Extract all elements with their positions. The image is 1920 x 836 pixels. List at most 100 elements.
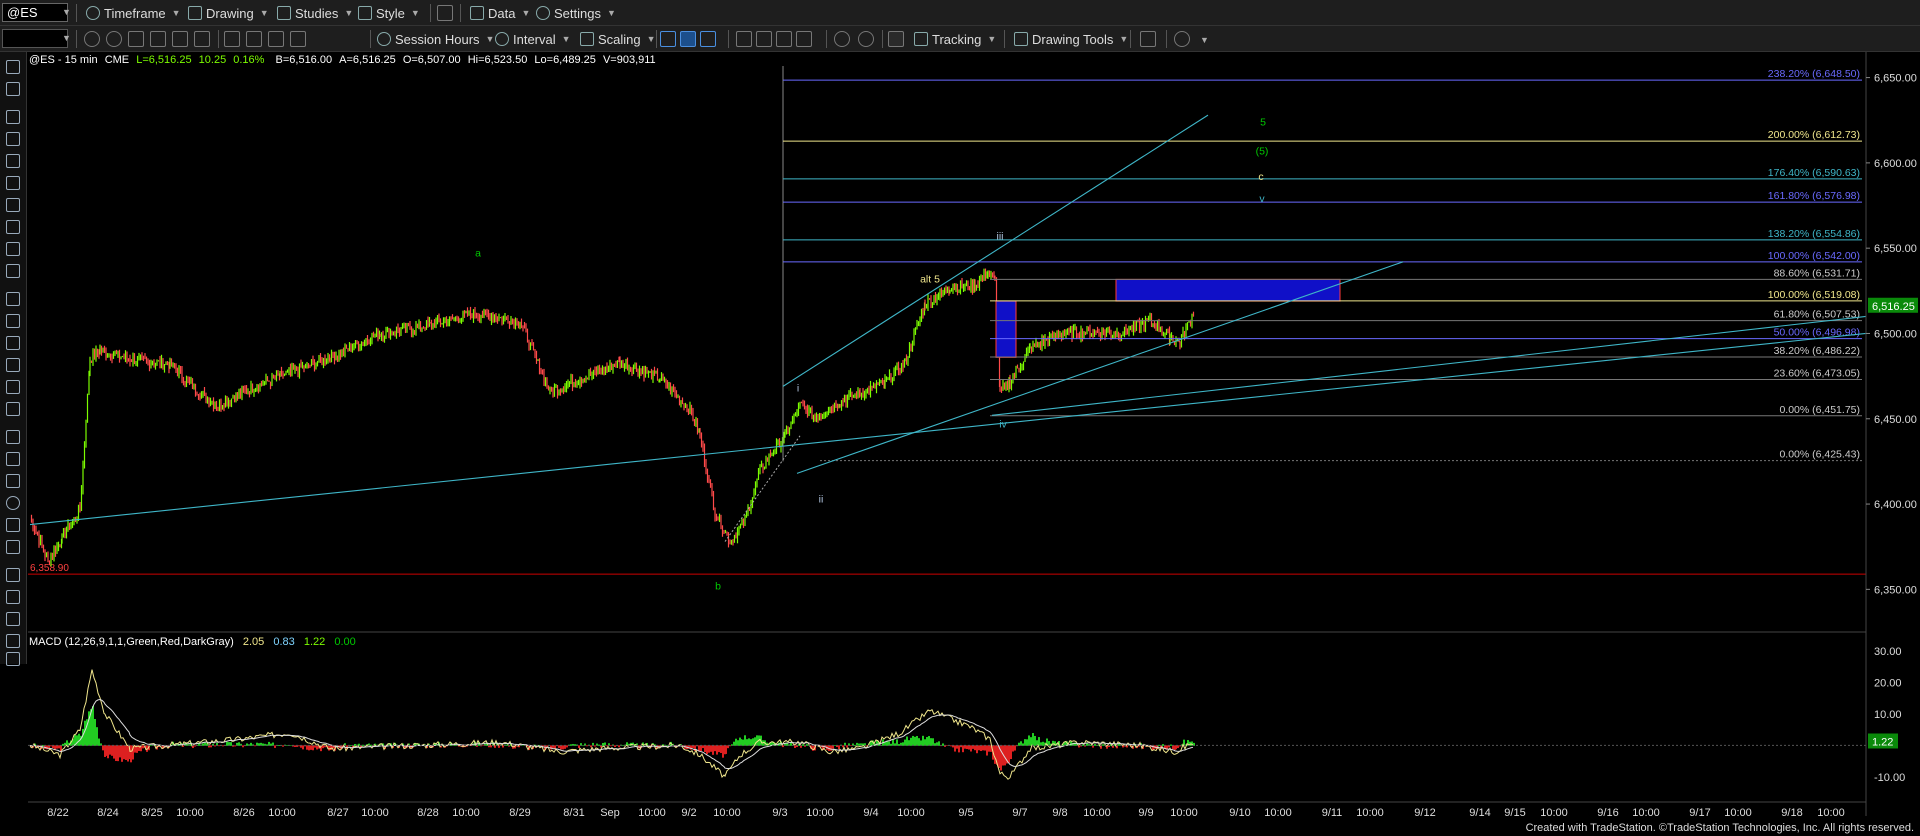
macd-histogram-bar xyxy=(942,743,944,746)
price-chart[interactable]: 6,358.90238.20% (6,648.50)200.00% (6,612… xyxy=(0,0,1920,836)
header-ask: A=6,516.25 xyxy=(339,54,396,66)
macd-histogram-bar xyxy=(202,743,204,746)
time-axis-label: 8/24 xyxy=(97,807,118,819)
macd-histogram-bar xyxy=(958,745,960,753)
macd-pane[interactable] xyxy=(28,669,1866,780)
macd-histogram-bar xyxy=(294,745,296,748)
price-tick-label: 6,550.00 xyxy=(1874,243,1917,255)
macd-histogram-bar xyxy=(316,745,318,750)
macd-histogram-bar xyxy=(750,739,752,746)
time-axis-label: 8/27 xyxy=(327,807,348,819)
time-axis-label: 10:00 xyxy=(1170,807,1198,819)
time-axis-label: 9/16 xyxy=(1597,807,1618,819)
macd-histogram-bar xyxy=(964,745,966,749)
time-axis-label: 8/28 xyxy=(417,807,438,819)
macd-histogram-bar xyxy=(119,745,121,758)
macd-histogram-bar xyxy=(602,742,604,746)
macd-histogram-bar xyxy=(564,745,566,749)
macd-histogram-bar xyxy=(1024,739,1026,746)
macd-value-3: 1.22 xyxy=(303,636,326,648)
macd-histogram-bar xyxy=(666,745,668,746)
wave-label: 5 xyxy=(1260,116,1266,128)
time-axis-label: 10:00 xyxy=(1724,807,1752,819)
time-axis-label: 10:00 xyxy=(638,807,666,819)
wave-label: iii xyxy=(997,231,1004,243)
macd-tick-label: 10.00 xyxy=(1874,709,1902,721)
macd-histogram-bar xyxy=(830,745,832,751)
macd-histogram-bar xyxy=(586,745,588,747)
macd-name: MACD (12,26,9,1,1,Green,Red,DarkGray) xyxy=(29,636,234,648)
macd-histogram-bar xyxy=(1175,745,1177,750)
macd-histogram-bar xyxy=(916,735,918,746)
macd-histogram-bar xyxy=(1012,745,1014,752)
time-axis-label: 10:00 xyxy=(897,807,925,819)
macd-histogram-bar xyxy=(218,745,220,747)
macd-histogram-bar xyxy=(226,741,228,746)
macd-histogram-bar xyxy=(58,745,60,749)
macd-histogram-bar xyxy=(1038,737,1040,746)
time-axis-label: 10:00 xyxy=(1540,807,1568,819)
macd-histogram-bar xyxy=(1042,741,1044,746)
macd-histogram-bar xyxy=(50,745,52,747)
macd-histogram-bar xyxy=(1094,744,1096,746)
macd-histogram-bar xyxy=(970,745,972,752)
fib-level-label: 200.00% (6,612.73) xyxy=(1768,129,1860,141)
macd-histogram-bar xyxy=(740,739,742,746)
header-change: 10.25 xyxy=(198,54,227,66)
wave-label: (5) xyxy=(1256,145,1269,157)
wave-label: i xyxy=(797,382,799,394)
fib-level-label: 161.80% (6,576.98) xyxy=(1768,190,1860,202)
macd-histogram-bar xyxy=(62,743,64,746)
macd-histogram-bar xyxy=(974,745,976,751)
macd-histogram-bar xyxy=(834,745,836,746)
macd-histogram-bar xyxy=(115,745,117,762)
price-pane[interactable]: 6,358.90238.20% (6,648.50)200.00% (6,612… xyxy=(28,52,1867,632)
macd-histogram-bar xyxy=(1014,745,1016,751)
time-axis-label: 9/8 xyxy=(1052,807,1067,819)
macd-histogram-bar xyxy=(716,745,718,755)
time-axis-label: 10:00 xyxy=(1083,807,1111,819)
last-price-label: 6,516.25 xyxy=(1872,301,1915,313)
macd-histogram-bar xyxy=(362,744,364,746)
time-axis-label: 10:00 xyxy=(1817,807,1845,819)
macd-signal-line xyxy=(29,699,1194,770)
macd-histogram-bar xyxy=(298,745,300,747)
price-tick-label: 6,600.00 xyxy=(1874,158,1917,170)
macd-histogram-bar xyxy=(506,744,508,746)
macd-histogram-bar xyxy=(290,745,292,746)
macd-histogram-bar xyxy=(560,745,562,750)
time-axis-label: 8/31 xyxy=(563,807,584,819)
macd-histogram-bar xyxy=(954,745,956,752)
chart-header: @ES - 15 min CME L=6,516.25 10.25 0.16% … xyxy=(29,54,656,66)
macd-tick-label: 20.00 xyxy=(1874,677,1902,689)
wave-label: alt 5 xyxy=(920,273,940,285)
macd-histogram-bar xyxy=(894,743,896,746)
time-axis-label: 9/11 xyxy=(1322,807,1343,819)
macd-histogram-bar xyxy=(1158,744,1160,746)
time-axis-label: 9/4 xyxy=(863,807,878,819)
macd-histogram-bar xyxy=(962,745,964,753)
price-tick-label: 6,450.00 xyxy=(1874,414,1917,426)
macd-histogram-bar xyxy=(986,745,988,756)
footer-credit: Created with TradeStation. ©TradeStation… xyxy=(1525,822,1914,834)
time-axis-label: 9/12 xyxy=(1414,807,1435,819)
time-axis-label: 9/3 xyxy=(772,807,787,819)
wave-label: ii xyxy=(819,493,824,505)
wave-label: v xyxy=(1259,193,1265,205)
macd-histogram-bar xyxy=(230,742,232,746)
macd-histogram-bar xyxy=(846,745,848,748)
macd-histogram-bar xyxy=(714,745,716,752)
macd-line xyxy=(29,669,1194,780)
macd-histogram-bar xyxy=(121,745,123,762)
macd-last-label: 1.22 xyxy=(1872,736,1893,748)
macd-histogram-bar xyxy=(744,735,746,746)
macd-histogram-bar xyxy=(105,745,107,756)
time-axis-label: 9/2 xyxy=(681,807,696,819)
macd-histogram-bar xyxy=(278,744,280,746)
macd-histogram-bar xyxy=(1034,735,1036,746)
time-axis-label: Sep xyxy=(600,807,620,819)
macd-histogram-bar xyxy=(286,745,288,746)
header-exchange: CME xyxy=(104,54,130,66)
macd-histogram-bar xyxy=(725,745,727,754)
macd-histogram-bar xyxy=(932,738,934,746)
